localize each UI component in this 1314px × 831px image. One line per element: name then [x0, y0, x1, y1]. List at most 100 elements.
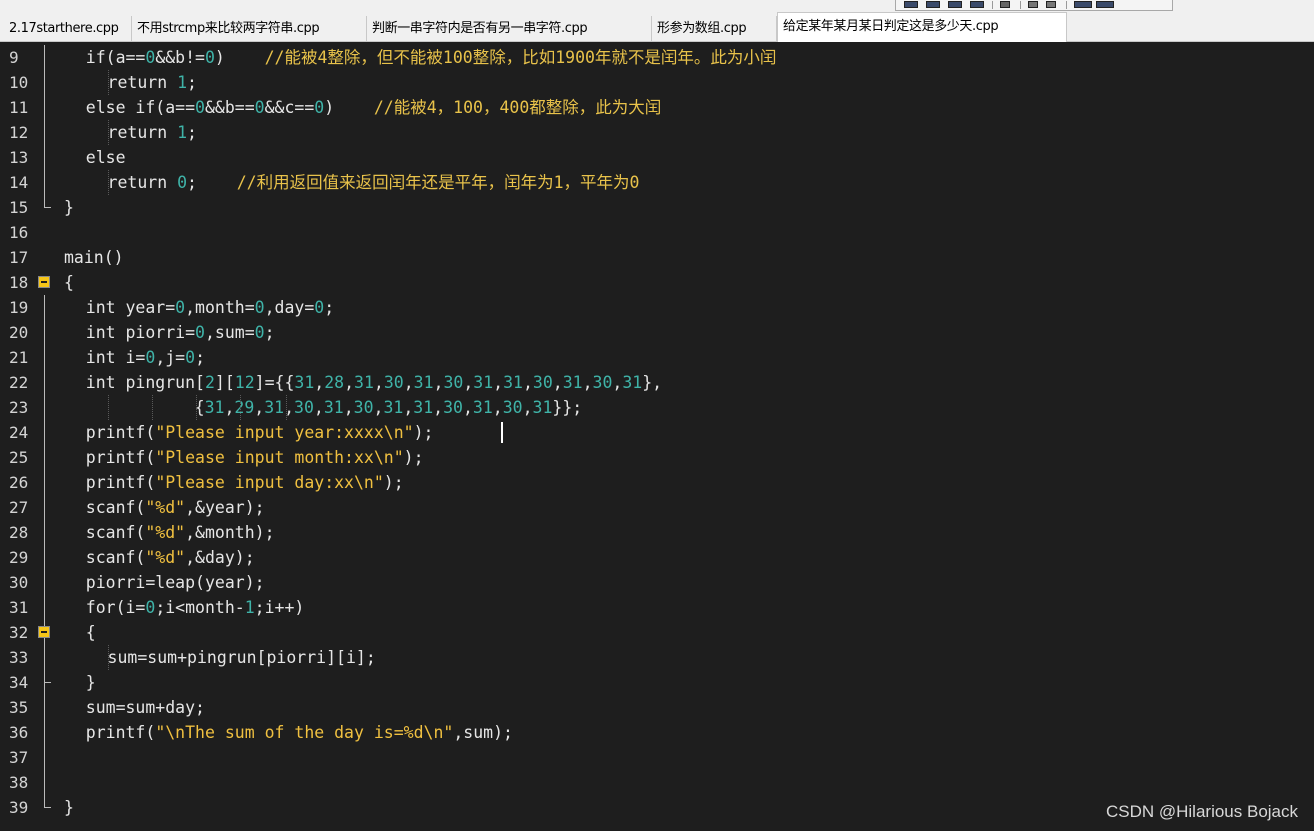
- file-tab[interactable]: 形参为数组.cpp: [652, 16, 777, 42]
- code-line[interactable]: 25 printf("Please input month:xx\n");: [0, 445, 1314, 470]
- code-line[interactable]: 37: [0, 745, 1314, 770]
- line-number: 19: [9, 298, 29, 317]
- file-tab[interactable]: 不用strcmp来比较两字符串.cpp: [132, 16, 367, 42]
- code-comment: //利用返回值来返回闰年还是平年，闰年为1，平年为0: [236, 173, 640, 192]
- toolbar-icon[interactable]: [1074, 1, 1092, 8]
- toolbar-fragment: [895, 0, 1173, 11]
- line-number: 26: [9, 473, 29, 492]
- code-line[interactable]: 36 printf("\nThe sum of the day is=%d\n",…: [0, 720, 1314, 745]
- code-line[interactable]: 30 piorri=leap(year);: [0, 570, 1314, 595]
- code-line[interactable]: 15}: [0, 195, 1314, 220]
- indent-guide: [108, 395, 109, 420]
- line-number: 37: [9, 748, 29, 767]
- code-line[interactable]: 33 sum=sum+pingrun[piorri][i];: [0, 645, 1314, 670]
- indent-guide: [240, 395, 241, 420]
- code-comment: //能被4，100，400都整除，此为大闰: [373, 98, 662, 117]
- number-literal: 30: [443, 373, 464, 392]
- number-literal: 0: [145, 348, 156, 367]
- number-literal: 1: [177, 73, 188, 92]
- line-number: 21: [9, 348, 29, 367]
- toolbar-icon[interactable]: [926, 1, 940, 8]
- code-line[interactable]: 34}: [0, 670, 1314, 695]
- code-line[interactable]: 9 if(a==0&&b!=0) //能被4整除，但不能被100整除，比如1900…: [0, 45, 1314, 70]
- code-line[interactable]: 14 return 0; //利用返回值来返回闰年还是平年，闰年为1，平年为0: [0, 170, 1314, 195]
- code-line[interactable]: 29 scanf("%d",&day);: [0, 545, 1314, 570]
- number-literal: 30: [532, 373, 553, 392]
- code-text: for(i=0;i<month-1;i++): [85, 598, 305, 617]
- line-number: 25: [9, 448, 29, 467]
- number-literal: 0: [204, 48, 215, 67]
- toolbar-separator: [1020, 1, 1021, 9]
- file-tab[interactable]: 判断一串字符内是否有另一串字符.cpp: [367, 16, 652, 42]
- code-text: scanf("%d",&year);: [85, 498, 265, 517]
- code-text: printf("Please input month:xx\n");: [85, 448, 424, 467]
- toolbar-icon[interactable]: [948, 1, 962, 8]
- code-text: int year=0,month=0,day=0;: [85, 298, 335, 317]
- code-line[interactable]: 24 printf("Please input year:xxxx\n");: [0, 420, 1314, 445]
- number-literal: 31: [532, 398, 553, 417]
- file-tab[interactable]: 给定某年某月某日判定这是多少天.cpp: [777, 12, 1067, 42]
- line-number: 15: [9, 198, 29, 217]
- fold-toggle-icon[interactable]: [38, 276, 50, 288]
- code-line[interactable]: 11 else if(a==0&&b==0&&c==0) //能被4，100，40…: [0, 95, 1314, 120]
- code-line[interactable]: 27 scanf("%d",&year);: [0, 495, 1314, 520]
- number-literal: 31: [264, 398, 285, 417]
- code-line[interactable]: 18 {: [0, 270, 1314, 295]
- code-text: piorri=leap(year);: [85, 573, 265, 592]
- toolbar-icon[interactable]: [1096, 1, 1114, 8]
- code-line[interactable]: 28 scanf("%d",&month);: [0, 520, 1314, 545]
- code-line[interactable]: 26 printf("Please input day:xx\n");: [0, 470, 1314, 495]
- code-text: else: [85, 148, 126, 167]
- number-literal: 31: [503, 373, 523, 392]
- line-number: 27: [9, 498, 29, 517]
- toolbar-icon[interactable]: [904, 1, 918, 8]
- line-number: 20: [9, 323, 29, 342]
- indent-guide: [152, 395, 153, 420]
- code-line[interactable]: 32 {: [0, 620, 1314, 645]
- toolbar-icon[interactable]: [1000, 1, 1010, 8]
- string-literal: "Please input day:xx\n": [155, 473, 384, 492]
- line-number: 23: [9, 398, 29, 417]
- code-line[interactable]: 21 int i=0,j=0;: [0, 345, 1314, 370]
- code-line[interactable]: 35 sum=sum+day;: [0, 695, 1314, 720]
- code-line[interactable]: 12 return 1;: [0, 120, 1314, 145]
- indent-guide: [108, 645, 109, 670]
- code-line[interactable]: 10 return 1;: [0, 70, 1314, 95]
- code-editor[interactable]: 9 if(a==0&&b!=0) //能被4整除，但不能被100整除，比如1900…: [0, 42, 1314, 831]
- code-line[interactable]: 20 int piorri=0,sum=0;: [0, 320, 1314, 345]
- string-literal: "%d": [145, 498, 186, 517]
- fold-range-line: [44, 645, 45, 682]
- file-tab-bar: 2.17starthere.cpp 不用strcmp来比较两字符串.cpp 判断一串…: [0, 12, 1314, 42]
- window-top-strip: [0, 0, 1314, 12]
- number-literal: 30: [383, 373, 404, 392]
- fold-toggle-icon[interactable]: [38, 626, 50, 638]
- code-text: int i=0,j=0;: [85, 348, 205, 367]
- code-line[interactable]: 22 int pingrun[2][12]={{31,28,31,30,31,30…: [0, 370, 1314, 395]
- number-literal: 31: [354, 373, 374, 392]
- toolbar-icon[interactable]: [1046, 1, 1056, 8]
- indent-guide: [108, 70, 109, 95]
- code-text: sum=sum+day;: [85, 698, 205, 717]
- line-number: 28: [9, 523, 29, 542]
- indent-guide: [108, 170, 109, 195]
- code-text: int pingrun[2][12]={{31,28,31,30,31,30,3…: [85, 373, 663, 392]
- indent-guide: [286, 395, 287, 420]
- line-number: 13: [9, 148, 29, 167]
- number-literal: 0: [314, 98, 325, 117]
- code-line[interactable]: 31 for(i=0;i<month-1;i++): [0, 595, 1314, 620]
- code-line[interactable]: 13 else: [0, 145, 1314, 170]
- toolbar-icon[interactable]: [970, 1, 984, 8]
- number-literal: 31: [472, 398, 493, 417]
- number-literal: 0: [185, 348, 196, 367]
- string-literal: "%d": [145, 548, 186, 567]
- code-line[interactable]: 17 main(): [0, 245, 1314, 270]
- code-line[interactable]: 19 int year=0,month=0,day=0;: [0, 295, 1314, 320]
- code-line[interactable]: 16: [0, 220, 1314, 245]
- code-line[interactable]: 23 {31,29,31,30,31,30,31,31,30,31,30,31}}…: [0, 395, 1314, 420]
- toolbar-icon[interactable]: [1028, 1, 1038, 8]
- file-tab[interactable]: 2.17starthere.cpp: [4, 16, 132, 42]
- code-text: printf("Please input year:xxxx\n");: [85, 423, 434, 442]
- code-line[interactable]: 38: [0, 770, 1314, 795]
- number-literal: 2: [204, 373, 215, 392]
- number-literal: 0: [145, 598, 156, 617]
